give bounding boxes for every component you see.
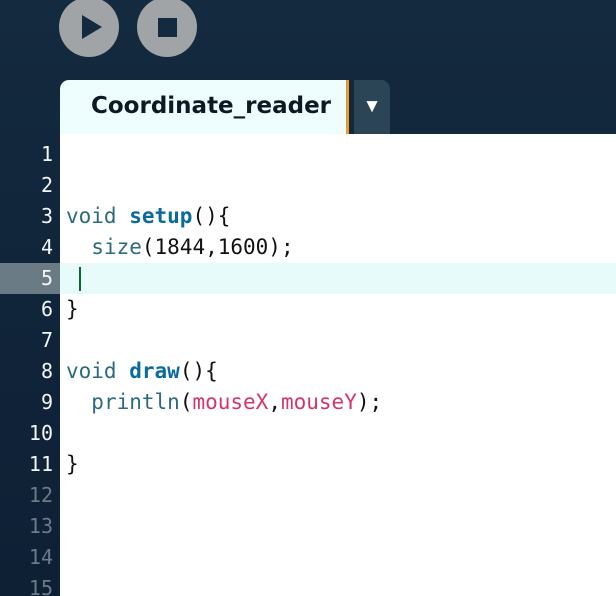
line-number: 14 [28, 545, 53, 569]
code-token: , [268, 390, 281, 414]
code-line[interactable] [60, 418, 616, 449]
line-number: 6 [40, 297, 53, 321]
code-token: mouseY [280, 390, 357, 414]
code-line[interactable]: } [60, 449, 616, 480]
line-number: 1 [40, 142, 53, 166]
line-number: 15 [28, 576, 53, 596]
line-number: 10 [28, 421, 53, 445]
code-token: ); [356, 390, 383, 414]
line-number: 2 [40, 173, 53, 197]
code-token: (){ [179, 359, 218, 383]
code-line[interactable] [60, 139, 616, 170]
stop-button[interactable] [137, 0, 197, 57]
code-token: draw [129, 359, 180, 383]
code-token: void [66, 204, 117, 228]
line-number: 9 [40, 390, 53, 414]
code-line[interactable]: println(mouseX,mouseY); [60, 387, 616, 418]
chevron-down-icon: ▼ [362, 96, 382, 117]
line-number: 5 [0, 263, 60, 294]
line-number: 12 [28, 483, 53, 507]
tab-menu-button[interactable]: ▼ [354, 80, 390, 134]
line-number: 7 [40, 328, 53, 352]
code-token: mouseX [192, 390, 269, 414]
line-number: 4 [40, 235, 53, 259]
tab-title: Coordinate_reader [91, 93, 332, 119]
text-cursor [79, 267, 81, 291]
code-token: size [91, 235, 142, 259]
code-editor[interactable]: void setup(){ size(1844,1600);} void draw… [60, 139, 616, 480]
line-number: 11 [28, 452, 53, 476]
code-line[interactable]: void draw(){ [60, 356, 616, 387]
code-token: void [66, 359, 117, 383]
line-number: 13 [28, 514, 53, 538]
sketch-tab[interactable]: Coordinate_reader [60, 80, 349, 134]
code-token: (1844,1600); [141, 235, 294, 259]
code-token: } [66, 297, 79, 321]
play-icon [81, 15, 102, 39]
code-token: } [66, 452, 79, 476]
code-line[interactable] [60, 170, 616, 201]
code-token: println [91, 390, 180, 414]
stop-icon [157, 17, 177, 37]
line-number-gutter: 1 2 3 4 5 6 7 8 9 10 11 12 13 14 15 [0, 139, 60, 596]
code-token: ( [179, 390, 193, 414]
code-line[interactable]: size(1844,1600); [60, 232, 616, 263]
code-token: (){ [192, 204, 231, 228]
code-line[interactable] [60, 325, 616, 356]
line-number: 8 [40, 359, 53, 383]
code-line[interactable]: void setup(){ [60, 201, 616, 232]
code-token: setup [129, 204, 193, 228]
code-line[interactable] [60, 263, 616, 294]
line-number: 3 [40, 204, 53, 228]
code-line[interactable]: } [60, 294, 616, 325]
run-button[interactable] [59, 0, 119, 57]
